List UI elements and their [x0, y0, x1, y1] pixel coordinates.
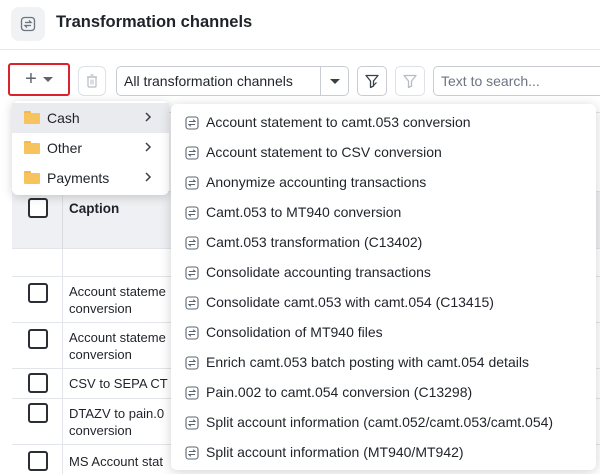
- folder-label: Payments: [47, 170, 110, 186]
- page-title: Transformation channels: [56, 13, 253, 31]
- submenu-item-label: Anonymize accounting transactions: [206, 174, 427, 190]
- column-divider: [62, 192, 63, 250]
- column-divider: [62, 323, 63, 368]
- add-button[interactable]: +: [8, 63, 70, 96]
- transform-icon: [185, 296, 199, 310]
- row-caption-line: CSV to SEPA CT: [69, 376, 168, 391]
- row-checkbox[interactable]: [28, 451, 48, 471]
- select-divider: [320, 67, 321, 95]
- channel-filter-value: All transformation channels: [124, 73, 293, 89]
- select-all-checkbox[interactable]: [28, 198, 48, 218]
- submenu-item[interactable]: Split account information (camt.052/camt…: [171, 408, 596, 438]
- toolbar: + All transformation channels: [0, 58, 600, 104]
- page-header: Transformation channels: [0, 0, 600, 50]
- submenu-item-label: Consolidate accounting transactions: [206, 264, 431, 280]
- chevron-right-icon: [145, 112, 152, 122]
- trash-icon: [87, 74, 97, 88]
- clear-filter-button[interactable]: [395, 66, 425, 96]
- row-caption-line: Account stateme: [69, 284, 166, 299]
- transform-icon: [185, 446, 199, 460]
- row-checkbox[interactable]: [28, 373, 48, 393]
- row-checkbox[interactable]: [28, 283, 48, 303]
- submenu-item-label: Split account information (camt.052/camt…: [206, 414, 554, 430]
- submenu-item[interactable]: Consolidation of MT940 files: [171, 318, 596, 348]
- row-checkbox[interactable]: [28, 403, 48, 423]
- column-divider: [62, 445, 63, 474]
- column-divider: [62, 249, 63, 277]
- transform-icon: [185, 356, 199, 370]
- row-caption: Account stateme conversion: [69, 329, 169, 363]
- transform-icon: [11, 7, 45, 41]
- submenu-item-label: Camt.053 transformation (C13402): [206, 234, 423, 250]
- row-caption: Account stateme conversion: [69, 283, 169, 317]
- cash-submenu: Account statement to camt.053 conversion…: [171, 104, 596, 470]
- submenu-item-label: Split account information (MT940/MT942): [206, 444, 464, 460]
- folder-item-payments[interactable]: Payments: [12, 163, 169, 193]
- submenu-item-label: Account statement to camt.053 conversion: [206, 114, 471, 130]
- filter-icon: [365, 74, 379, 89]
- transform-icon: [185, 116, 199, 130]
- folder-label: Other: [47, 140, 83, 156]
- submenu-item-label: Consolidation of MT940 files: [206, 324, 383, 340]
- plus-icon: +: [25, 67, 37, 90]
- submenu-item[interactable]: Split account information (MT940/MT942): [171, 438, 596, 468]
- submenu-item-label: Account statement to CSV conversion: [206, 144, 442, 160]
- submenu-item[interactable]: Account statement to CSV conversion: [171, 138, 596, 168]
- submenu-item[interactable]: Account statement to camt.053 conversion: [171, 108, 596, 138]
- column-divider: [62, 399, 63, 444]
- row-caption-line: Account stateme: [69, 330, 166, 345]
- row-caption: MS Account stat: [69, 453, 169, 470]
- folder-icon: [24, 111, 40, 124]
- row-caption: DTAZV to pain.0 conversion: [69, 405, 169, 439]
- folder-icon: [24, 141, 40, 154]
- submenu-item[interactable]: Anonymize accounting transactions: [171, 168, 596, 198]
- transform-icon: [185, 176, 199, 190]
- row-caption: CSV to SEPA CT: [69, 375, 169, 392]
- chevron-right-icon: [145, 172, 152, 182]
- folder-menu: Cash Other Payments: [12, 101, 169, 195]
- channel-filter-select[interactable]: All transformation channels: [116, 66, 349, 96]
- delete-button[interactable]: [78, 66, 106, 96]
- row-caption-line: MS Account stat: [69, 454, 163, 469]
- transform-icon: [185, 386, 199, 400]
- transform-icon: [185, 266, 199, 280]
- transform-icon: [185, 146, 199, 160]
- submenu-item-label: Camt.053 to MT940 conversion: [206, 204, 402, 220]
- submenu-item[interactable]: Consolidate camt.053 with camt.054 (C134…: [171, 288, 596, 318]
- search-input[interactable]: [433, 66, 600, 96]
- column-header-caption[interactable]: Caption: [69, 201, 119, 216]
- caret-down-icon: [42, 77, 53, 82]
- column-divider: [62, 369, 63, 398]
- chevron-down-icon: [330, 79, 340, 84]
- row-caption-line: conversion: [69, 423, 132, 438]
- row-caption-line: conversion: [69, 301, 132, 316]
- chevron-right-icon: [145, 142, 152, 152]
- folder-item-other[interactable]: Other: [12, 133, 169, 163]
- filter-off-icon: [403, 74, 417, 89]
- column-divider: [62, 277, 63, 322]
- transform-icon: [185, 236, 199, 250]
- submenu-item-label: Pain.002 to camt.054 conversion (C13298): [206, 384, 473, 400]
- submenu-item-label: Consolidate camt.053 with camt.054 (C134…: [206, 294, 494, 310]
- folder-label: Cash: [47, 110, 80, 126]
- row-caption-line: DTAZV to pain.0: [69, 406, 165, 421]
- submenu-item[interactable]: Consolidate accounting transactions: [171, 258, 596, 288]
- row-caption-line: conversion: [69, 347, 132, 362]
- transform-icon: [185, 416, 199, 430]
- transform-icon: [185, 326, 199, 340]
- submenu-item[interactable]: Camt.053 transformation (C13402): [171, 228, 596, 258]
- transform-icon: [185, 206, 199, 220]
- submenu-item[interactable]: Camt.053 to MT940 conversion: [171, 198, 596, 228]
- submenu-item[interactable]: Enrich camt.053 batch posting with camt.…: [171, 348, 596, 378]
- submenu-item[interactable]: Pain.002 to camt.054 conversion (C13298): [171, 378, 596, 408]
- folder-item-cash[interactable]: Cash: [12, 103, 169, 133]
- filter-button[interactable]: [357, 66, 387, 96]
- row-checkbox[interactable]: [28, 329, 48, 349]
- submenu-item-label: Enrich camt.053 batch posting with camt.…: [206, 354, 529, 370]
- folder-icon: [24, 171, 40, 184]
